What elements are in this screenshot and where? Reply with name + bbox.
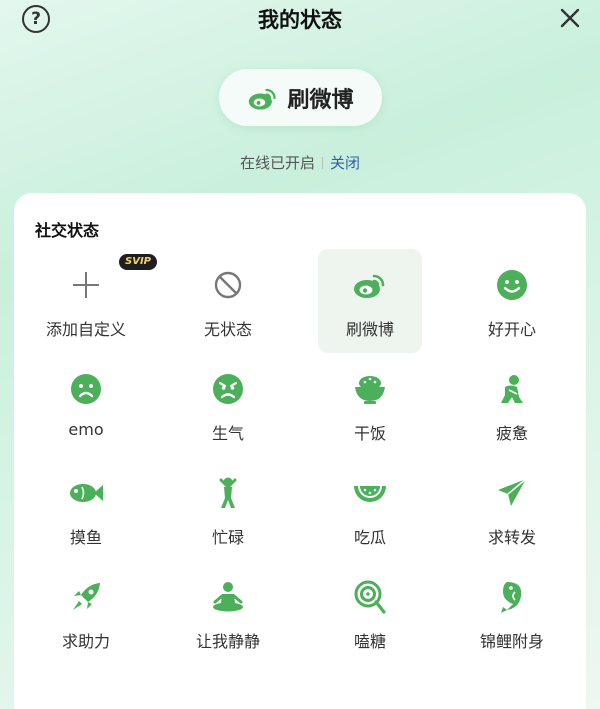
status-label: 生气 <box>211 424 244 443</box>
status-item-watermelon[interactable]: 吃瓜 <box>318 457 422 561</box>
angry-face-icon <box>210 371 246 407</box>
status-item-no-status[interactable]: 无状态 <box>176 249 280 353</box>
status-label: 吃瓜 <box>353 528 386 547</box>
status-label: 好开心 <box>487 320 536 339</box>
status-label: emo <box>68 420 104 439</box>
status-item-busy[interactable]: 忙碌 <box>176 457 280 561</box>
status-item-candy[interactable]: 嗑糖 <box>318 561 422 665</box>
no-status-icon <box>210 267 246 303</box>
status-item-angry[interactable]: 生气 <box>176 353 280 457</box>
status-label: 忙碌 <box>211 528 244 547</box>
plus-icon <box>68 267 104 303</box>
current-status-pill[interactable]: 刷微博 <box>219 69 382 126</box>
status-label: 干饭 <box>353 424 386 443</box>
busy-person-icon <box>210 475 246 511</box>
tired-person-icon <box>494 371 530 407</box>
divider <box>322 157 323 169</box>
watermelon-icon <box>352 475 388 511</box>
weibo-icon <box>249 88 277 110</box>
fish-icon <box>68 475 104 511</box>
status-item-slack-off[interactable]: 摸鱼 <box>34 457 138 561</box>
status-item-quiet[interactable]: 让我静静 <box>176 561 280 665</box>
svip-badge: SVIP <box>119 254 157 270</box>
social-status-panel: 社交状态 添加自定义 SVIP 无状态 刷微博 好开心 emo 生气 干饭 疲惫… <box>14 193 586 709</box>
status-item-weibo[interactable]: 刷微博 <box>318 249 422 353</box>
online-status-text: 在线已开启 <box>239 154 315 172</box>
current-status-label: 刷微博 <box>287 87 354 113</box>
happy-face-icon <box>494 267 530 303</box>
status-label: 疲惫 <box>495 424 528 443</box>
status-item-repost[interactable]: 求转发 <box>460 457 564 561</box>
close-online-link[interactable]: 关闭 <box>330 154 360 172</box>
page-title: 我的状态 <box>258 8 342 32</box>
meditation-icon <box>210 579 246 615</box>
status-item-koi[interactable]: 锦鲤附身 <box>460 561 564 665</box>
status-label: 摸鱼 <box>69 528 102 547</box>
status-label: 让我静静 <box>195 632 260 651</box>
panel-title: 社交状态 <box>35 221 100 240</box>
status-label: 无状态 <box>203 320 252 339</box>
status-label: 刷微博 <box>345 320 394 339</box>
status-item-add-custom[interactable]: 添加自定义 SVIP <box>34 249 157 353</box>
status-item-emo[interactable]: emo <box>34 353 138 457</box>
status-label: 求转发 <box>487 528 536 547</box>
sad-face-icon <box>68 371 104 407</box>
status-item-tired[interactable]: 疲惫 <box>460 353 564 457</box>
status-label: 添加自定义 <box>45 320 126 339</box>
koi-icon <box>494 579 530 615</box>
status-item-eat[interactable]: 干饭 <box>318 353 422 457</box>
top-bar: ? 我的状态 <box>0 0 600 40</box>
lollipop-icon <box>352 579 388 615</box>
online-status-line: 在线已开启 关闭 <box>0 152 600 173</box>
status-item-help-boost[interactable]: 求助力 <box>34 561 138 665</box>
status-label: 锦鲤附身 <box>479 632 544 651</box>
rocket-icon <box>68 579 104 615</box>
status-item-happy[interactable]: 好开心 <box>460 249 564 353</box>
status-label: 求助力 <box>61 632 110 651</box>
close-icon[interactable] <box>558 6 582 30</box>
paper-plane-icon <box>494 475 530 511</box>
weibo-icon <box>352 267 388 303</box>
status-label: 嗑糖 <box>353 632 386 651</box>
rice-bowl-icon <box>352 371 388 407</box>
